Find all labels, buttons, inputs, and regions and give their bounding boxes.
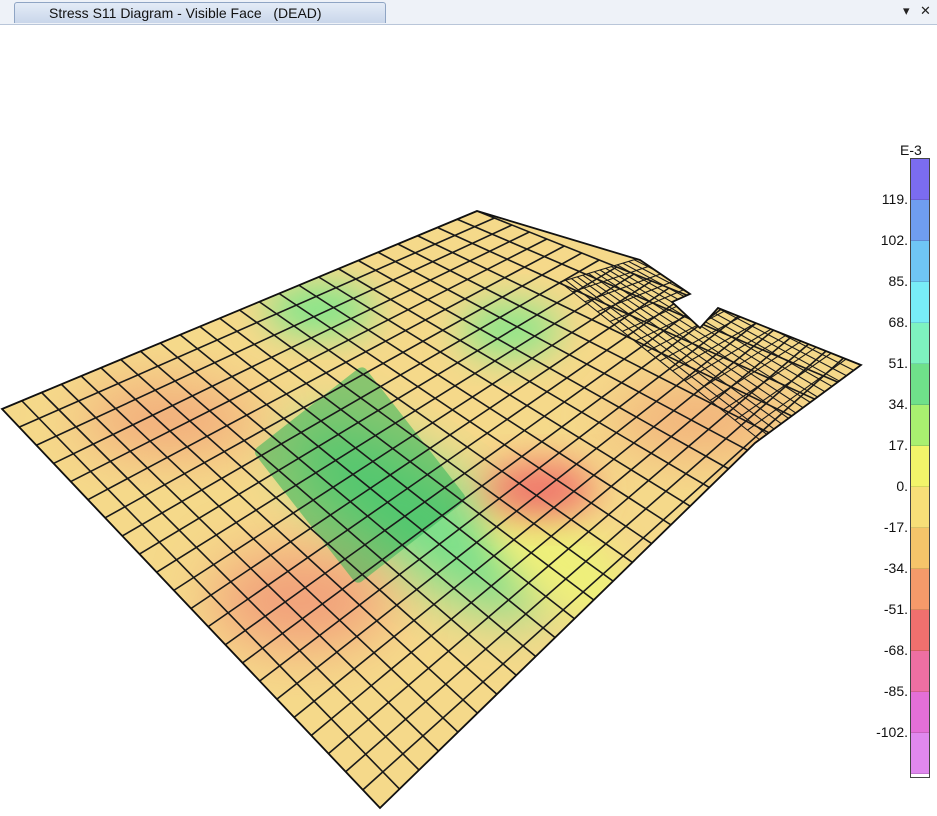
legend-tick-label: -102. [876, 724, 908, 740]
legend-tick-label: 68. [888, 314, 908, 330]
legend-swatch [911, 733, 929, 774]
contour-orange-left [80, 385, 260, 455]
close-icon[interactable]: ✕ [920, 3, 931, 19]
tab-stress-diagram[interactable]: Stress S11 Diagram - Visible Face (DEAD) [14, 2, 386, 23]
legend-swatch [911, 159, 929, 200]
legend-swatch [911, 323, 929, 364]
legend-swatch [911, 200, 929, 241]
legend-tick-label: 0. [896, 478, 908, 494]
legend-color-bar [910, 158, 930, 778]
legend-swatch [911, 446, 929, 487]
legend-tick-label: 102. [880, 232, 908, 248]
legend-swatch [911, 405, 929, 446]
stress-contour-mesh [0, 210, 863, 810]
legend-tick-label: -51. [883, 601, 908, 617]
legend-swatch [911, 692, 929, 733]
legend-tick-label: -68. [883, 642, 908, 658]
window-titlebar: Stress S11 Diagram - Visible Face (DEAD)… [0, 0, 937, 25]
legend-tick-label: 51. [888, 355, 908, 371]
legend-swatch [911, 569, 929, 610]
legend-exponent-label: E-3 [900, 142, 922, 158]
legend-swatch [911, 364, 929, 405]
legend-tick-label: 34. [888, 396, 908, 412]
legend-swatch [911, 651, 929, 692]
legend-swatch [911, 528, 929, 569]
legend-swatch [911, 487, 929, 528]
legend-tick-label: -34. [883, 560, 908, 576]
model-viewport[interactable] [0, 25, 937, 811]
legend-tick-label: 85. [888, 273, 908, 289]
legend-swatch [911, 610, 929, 651]
legend-tick-label: -85. [883, 683, 908, 699]
legend-tick-label: 119. [881, 191, 908, 207]
legend-tick-label: 17. [888, 437, 908, 453]
legend-swatch [911, 282, 929, 323]
chevron-down-icon[interactable]: ▾ [903, 3, 910, 19]
legend-tick-label: -17. [883, 519, 908, 535]
legend-swatch [911, 241, 929, 282]
